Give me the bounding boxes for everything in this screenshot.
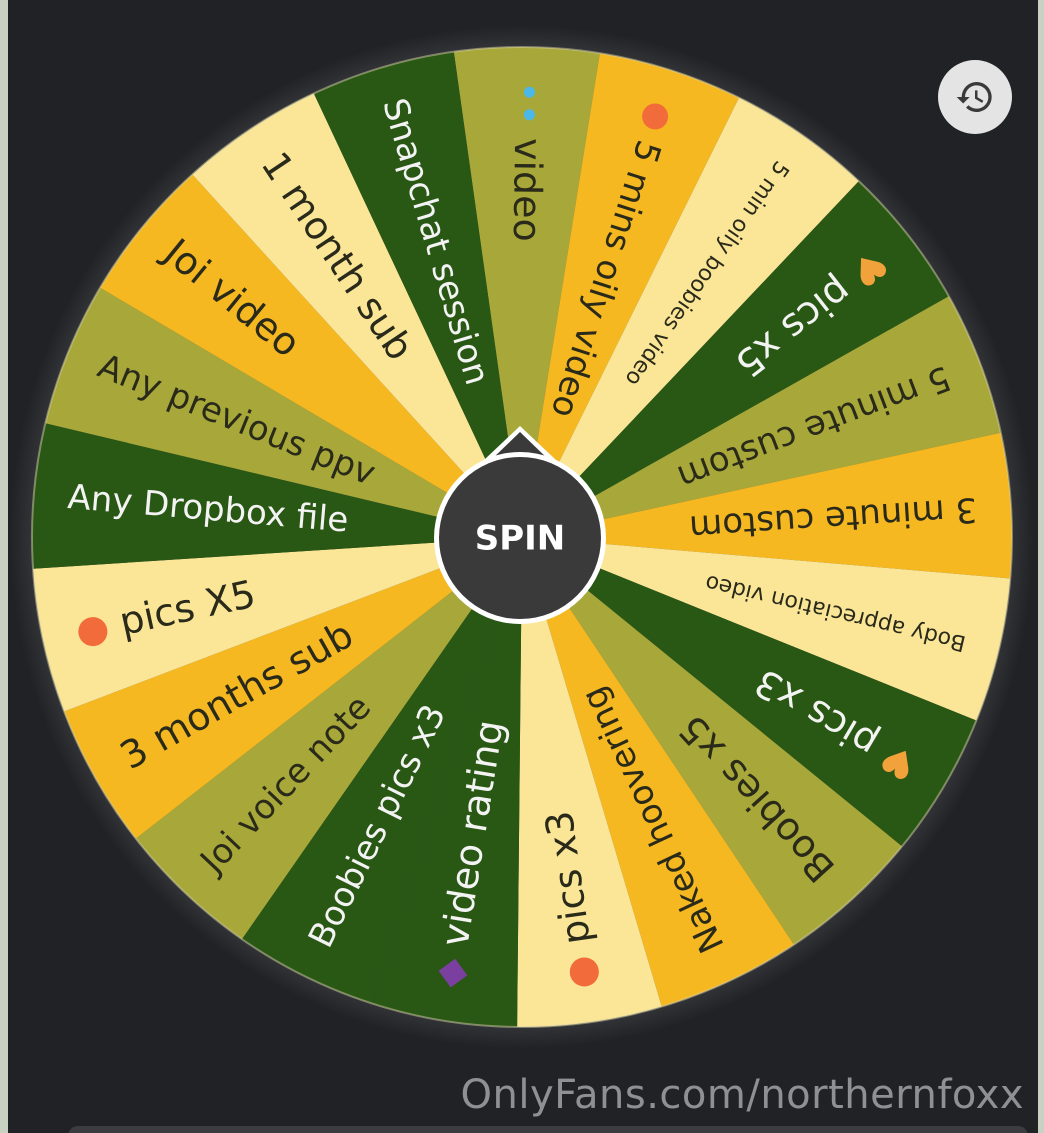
peach-icon: ● <box>555 941 605 992</box>
water-drops-icon: •• <box>506 81 551 138</box>
segment-label-text: video <box>505 138 550 242</box>
bottom-bar <box>68 1126 1028 1133</box>
eggplant-icon: ◆ <box>425 943 475 991</box>
spin-label: SPIN <box>475 519 566 559</box>
prize-wheel[interactable]: •• video● 5 mins oily video 5 min oily bo… <box>8 0 1038 1133</box>
segment-label-group: •• video <box>505 81 551 242</box>
app-frame: •• video ● 5 mins oily video 5 min oily bo… <box>8 0 1038 1133</box>
segment-label: •• video <box>505 81 551 242</box>
history-icon <box>956 82 992 112</box>
history-button[interactable] <box>938 60 1012 134</box>
watermark: OnlyFans.com/northernfoxx <box>460 1072 1024 1118</box>
